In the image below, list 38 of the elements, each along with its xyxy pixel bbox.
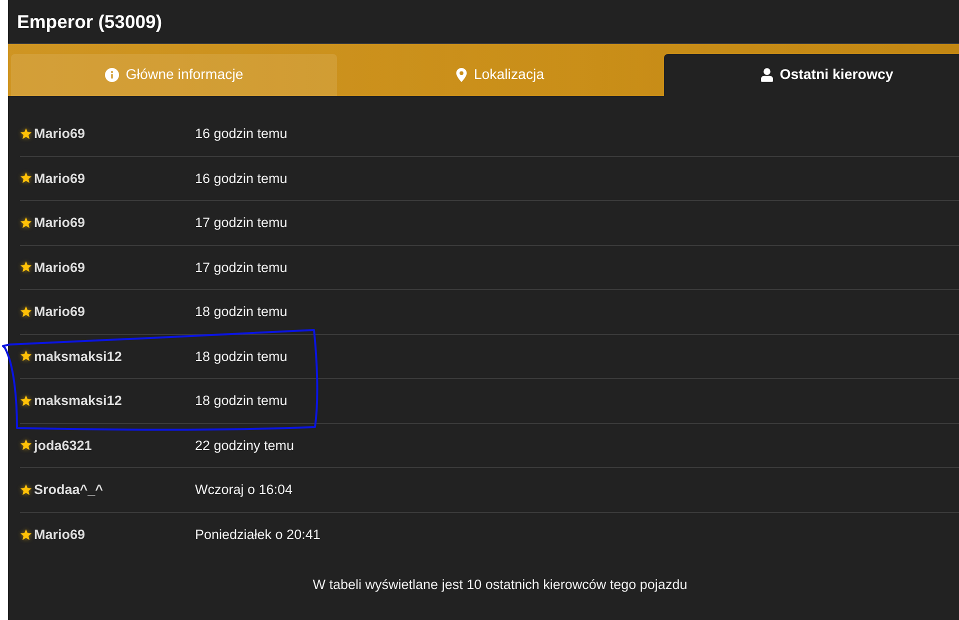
star-icon <box>20 394 32 407</box>
driver-name: Mario69 <box>34 260 86 275</box>
driver-name: Mario69 <box>34 215 86 230</box>
tab[interactable]: Lokalizacja <box>337 54 663 96</box>
table-note: W tabeli wyświetlane jest 10 ostatnich kierowców tego pojazdu <box>312 577 688 592</box>
driver-name: maksmaksi12 <box>34 348 122 364</box>
window-title: Emperor (53009) <box>17 10 162 32</box>
driver-name: Mario69 <box>34 304 86 320</box>
star-icon <box>20 128 32 140</box>
star-icon <box>20 350 32 362</box>
star-icon <box>20 484 32 496</box>
star-icon <box>20 528 32 541</box>
star-icon <box>20 261 32 274</box>
driver-name: joda6321 <box>34 438 92 453</box>
time-text: Wczoraj o 16:04 <box>195 482 293 498</box>
tab[interactable]: Ostatni kierowcy <box>664 54 959 96</box>
star-icon <box>20 172 32 184</box>
driver-name: Mario69 <box>34 170 86 186</box>
user-icon <box>760 68 773 82</box>
star-icon <box>20 216 32 229</box>
star-icon <box>20 439 32 452</box>
time-text: 22 godziny temu <box>195 438 294 453</box>
driver-name: maksmaksi12 <box>34 393 122 408</box>
map-pin-icon <box>456 68 467 82</box>
time-text: 17 godzin temu <box>195 260 288 275</box>
time-text: 18 godzin temu <box>195 304 288 320</box>
star-icon <box>20 306 32 318</box>
tab[interactable]: Główne informacje <box>11 54 337 96</box>
time-text: 18 godzin temu <box>195 348 288 364</box>
time-text: Poniedziałek o 20:41 <box>195 527 320 542</box>
time-text: 16 godzin temu <box>195 170 288 186</box>
driver-name: Mario69 <box>34 126 86 142</box>
time-text: 17 godzin temu <box>195 215 288 230</box>
info-icon <box>104 68 119 82</box>
driver-name: Srodaa^_^ <box>34 482 104 498</box>
time-text: 16 godzin temu <box>195 126 288 142</box>
driver-name: Mario69 <box>34 527 86 542</box>
time-text: 18 godzin temu <box>195 393 288 408</box>
